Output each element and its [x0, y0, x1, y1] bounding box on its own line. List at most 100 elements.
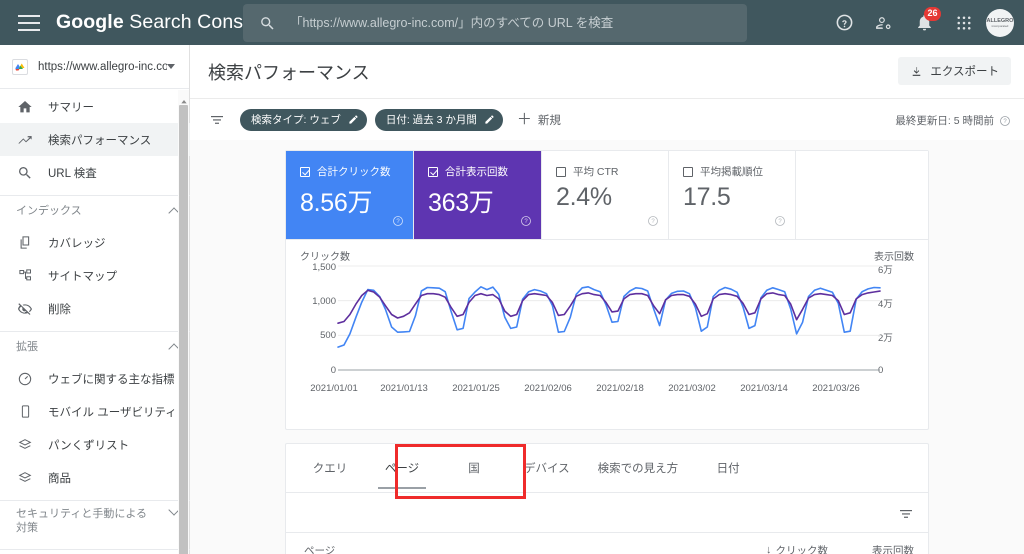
home-icon — [16, 98, 34, 116]
help-circle-icon[interactable]: ? — [999, 115, 1011, 127]
speedometer-icon — [16, 370, 34, 388]
pencil-icon[interactable] — [348, 114, 359, 125]
scroll-up-arrow-icon[interactable] — [180, 93, 188, 104]
notifications-bell-icon[interactable]: 26 — [904, 3, 944, 43]
filter-bar: 検索タイプ: ウェブ 日付: 過去 3 か月間 ＋ 新規 最終更新日: 5 時間… — [190, 98, 1024, 140]
mobile-icon — [16, 403, 34, 421]
sidebar-item-core-web-vitals[interactable]: ウェブに関する主な指標 — [0, 362, 190, 395]
checkbox-icon[interactable] — [428, 166, 438, 177]
account-settings-icon[interactable] — [864, 3, 904, 43]
tab-dates[interactable]: 日付 — [692, 444, 764, 493]
filter-icon[interactable] — [208, 111, 226, 129]
metric-label: 合計クリック数 — [317, 166, 391, 178]
notification-badge: 26 — [924, 6, 941, 21]
metric-total-impressions[interactable]: 合計表示回数 363万 ? — [414, 151, 542, 239]
metric-label: 平均 CTR — [573, 166, 619, 178]
sidebar-item-label: サイトマップ — [48, 270, 117, 283]
main-content: 検索パフォーマンス エクスポート 検索タイプ: ウェブ 日付: 過去 3 か月間 — [190, 45, 1024, 554]
help-circle-icon[interactable]: ? — [647, 214, 659, 232]
metric-average-position[interactable]: 平均掲載順位 17.5 ? — [669, 151, 796, 239]
checkbox-icon[interactable] — [556, 166, 566, 177]
avatar[interactable]: ALLEGRO incorporated — [986, 8, 1014, 37]
sidebar-scrollbar-thumb[interactable] — [179, 105, 188, 554]
sidebar-group-legacy-tools[interactable]: 以前のツールとレポート — [0, 550, 190, 554]
sidebar-item-coverage[interactable]: カバレッジ — [0, 226, 190, 259]
apps-grid-icon[interactable] — [944, 3, 984, 43]
page-header: 検索パフォーマンス エクスポート — [190, 45, 1024, 98]
app-brand: Google Search Console — [56, 11, 269, 34]
performance-chart[interactable]: クリック数 表示回数 1,500 1,000 500 0 6万 4万 2万 0 … — [286, 240, 928, 430]
column-header-clicks[interactable]: ↓ クリック数 — [742, 543, 828, 554]
plus-icon: ＋ — [516, 111, 532, 128]
search-console-app: Google Search Console 26 ALLEGRO — [0, 0, 1024, 554]
sidebar-item-sitemaps[interactable]: サイトマップ — [0, 259, 190, 292]
help-circle-icon[interactable]: ? — [774, 214, 786, 232]
column-header-page[interactable]: ページ — [304, 543, 742, 554]
table-header-row: ページ ↓ クリック数 表示回数 — [286, 533, 928, 554]
checkbox-icon[interactable] — [683, 166, 693, 177]
sidebar-item-breadcrumbs[interactable]: パンくずリスト — [0, 428, 190, 461]
export-button[interactable]: エクスポート — [898, 57, 1011, 85]
sidebar-item-label: サマリー — [48, 101, 94, 114]
brand-google: Google — [56, 11, 124, 33]
sitemap-icon — [16, 267, 34, 285]
help-circle-icon[interactable]: ? — [392, 214, 404, 232]
help-circle-icon[interactable]: ? — [520, 214, 532, 232]
table-filter-row — [286, 493, 928, 533]
tab-label: 日付 — [716, 463, 740, 475]
property-icon — [12, 58, 28, 75]
sidebar-group-index[interactable]: インデックス — [0, 196, 190, 226]
dimension-tabs: クエリ ページ 国 デバイス 検索での見え方 日付 — [286, 444, 928, 493]
tab-countries[interactable]: 国 — [438, 444, 510, 493]
help-icon[interactable] — [824, 3, 864, 43]
metric-label-row: 平均掲載順位 — [683, 164, 795, 179]
tab-queries[interactable]: クエリ — [294, 444, 366, 493]
tab-label: 検索での見え方 — [597, 463, 679, 475]
caret-down-icon[interactable] — [167, 64, 175, 69]
column-header-impressions[interactable]: 表示回数 — [828, 543, 914, 554]
hamburger-menu-icon[interactable] — [18, 14, 40, 31]
chart-plot-area — [337, 265, 881, 371]
search-icon — [16, 164, 34, 182]
sidebar-item-url-inspection[interactable]: URL 検査 — [0, 156, 190, 189]
svg-text:?: ? — [396, 219, 400, 225]
url-inspection-search-box[interactable] — [243, 4, 747, 42]
metric-label-row: 合計表示回数 — [428, 164, 541, 179]
filter-chip-date[interactable]: 日付: 過去 3 か月間 — [374, 108, 503, 131]
checkbox-icon[interactable] — [300, 166, 310, 177]
chart-xtick: 2021/02/06 — [524, 383, 572, 394]
sidebar-item-label: ウェブに関する主な指標 — [48, 373, 175, 386]
new-filter-label: 新規 — [537, 114, 561, 127]
tab-search-appearance[interactable]: 検索での見え方 — [584, 444, 693, 493]
sidebar-item-removals[interactable]: 削除 — [0, 292, 190, 325]
last-updated: 最終更新日: 5 時間前 ? — [895, 113, 1011, 128]
sidebar-group-enhancements[interactable]: 拡張 — [0, 332, 190, 362]
column-header-clicks-label: クリック数 — [775, 544, 829, 554]
metric-value: 2.4% — [556, 183, 612, 211]
sidebar-item-label: カバレッジ — [48, 237, 106, 250]
sidebar-group-label: セキュリティと手動による対策 — [16, 508, 148, 534]
property-selector[interactable]: https://www.allegro-inc.com/ — [0, 45, 189, 89]
sidebar-group-security-manual-actions[interactable]: セキュリティと手動による対策 — [0, 501, 190, 543]
sidebar-item-summary[interactable]: サマリー — [0, 90, 190, 123]
filter-icon[interactable] — [898, 506, 914, 527]
sidebar-item-products[interactable]: 商品 — [0, 461, 190, 494]
sidebar-item-mobile-usability[interactable]: モバイル ユーザビリティ — [0, 395, 190, 428]
pencil-icon[interactable] — [484, 114, 495, 125]
sidebar-item-label: 削除 — [48, 303, 71, 316]
tab-pages[interactable]: ページ — [366, 444, 438, 493]
sidebar-group-label: 拡張 — [16, 341, 38, 353]
search-input[interactable] — [290, 5, 747, 41]
property-name: https://www.allegro-inc.com/ — [38, 60, 167, 73]
tab-label: クエリ — [312, 463, 348, 475]
chart-xtick: 2021/02/18 — [596, 383, 644, 394]
metric-total-clicks[interactable]: 合計クリック数 8.56万 ? — [286, 151, 414, 239]
metric-average-ctr[interactable]: 平均 CTR 2.4% ? — [542, 151, 669, 239]
tab-label: 国 — [468, 463, 480, 475]
filter-chip-search-type[interactable]: 検索タイプ: ウェブ — [240, 108, 367, 131]
sidebar-item-label: モバイル ユーザビリティ — [48, 406, 177, 419]
sidebar-item-search-performance[interactable]: 検索パフォーマンス — [0, 123, 190, 156]
sidebar-item-label: 検索パフォーマンス — [48, 134, 152, 147]
tab-devices[interactable]: デバイス — [510, 444, 584, 493]
new-filter-button[interactable]: ＋ 新規 — [517, 112, 561, 128]
